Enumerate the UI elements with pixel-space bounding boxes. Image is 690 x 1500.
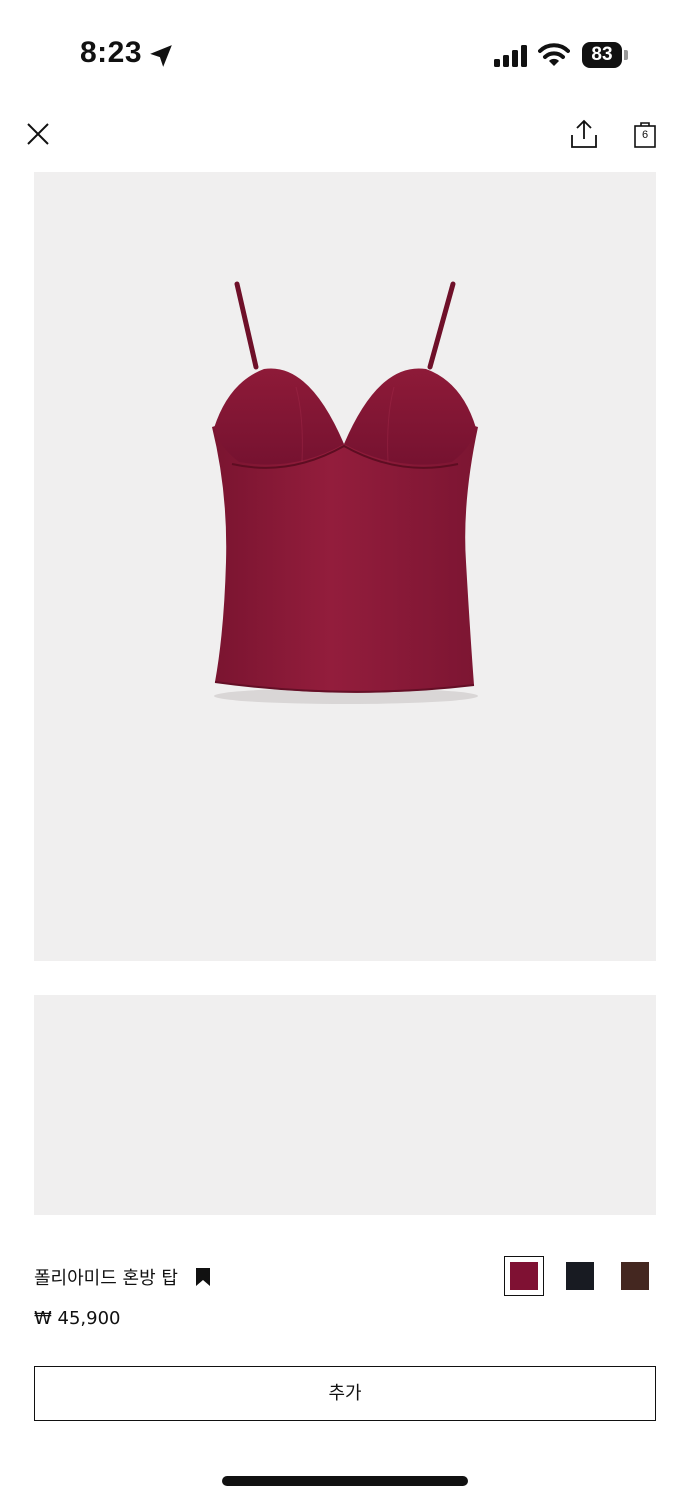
product-image[interactable] [34, 172, 656, 961]
home-indicator[interactable] [222, 1476, 468, 1486]
color-swatch-black[interactable] [566, 1262, 594, 1290]
product-price: ₩ 45,900 [34, 1308, 121, 1329]
status-time: 8:23 [80, 36, 143, 69]
camisole-top-image [212, 281, 478, 704]
share-icon[interactable] [569, 118, 599, 150]
status-bar: 8:23 83 [0, 0, 690, 110]
location-arrow-icon [150, 45, 172, 67]
bag-count: 6 [641, 129, 649, 141]
wifi-icon [538, 43, 570, 66]
battery-indicator: 83 [582, 42, 622, 68]
color-swatch-brown[interactable] [621, 1262, 649, 1290]
product-image-secondary[interactable] [34, 995, 656, 1215]
color-swatch-burgundy[interactable] [510, 1262, 538, 1290]
cellular-signal-icon [494, 45, 527, 67]
product-detail-screen: 8:23 83 6 폴리아미드 혼방 탑 ₩ 45,900 추가 [0, 0, 690, 1500]
shopping-bag-button[interactable]: 6 [634, 120, 656, 148]
product-name: 폴리아미드 혼방 탑 [34, 1268, 178, 1289]
battery-nub [624, 50, 628, 60]
color-swatch-selected-frame[interactable] [504, 1256, 544, 1296]
add-to-cart-button[interactable]: 추가 [34, 1366, 656, 1421]
close-icon[interactable] [24, 120, 52, 148]
bookmark-icon[interactable] [195, 1267, 211, 1287]
